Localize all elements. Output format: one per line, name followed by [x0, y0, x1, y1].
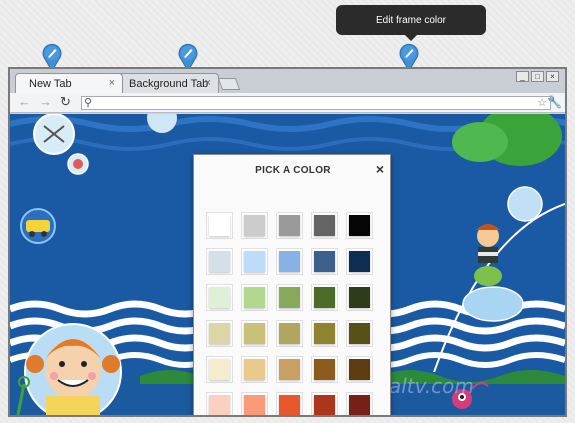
swatch-row [206, 248, 376, 275]
swatch-row [206, 320, 376, 347]
color-swatch[interactable] [241, 248, 268, 275]
color-swatch[interactable] [346, 356, 373, 383]
tab-label: Background Tab [129, 78, 209, 90]
browser-window: Background Tab × New Tab × _ □ × ← → ↻ ⚲… [8, 67, 567, 417]
color-swatch-fill [244, 359, 265, 380]
edit-frame-color-tooltip: Edit frame color [336, 5, 486, 41]
color-picker-dialog: PICK A COLOR × [193, 154, 391, 415]
color-swatch-fill [244, 287, 265, 308]
color-swatch[interactable] [276, 212, 303, 239]
color-swatch[interactable] [311, 320, 338, 347]
color-swatch-fill [279, 215, 300, 236]
color-swatch-fill [209, 215, 230, 236]
dialog-title: PICK A COLOR [255, 165, 331, 176]
color-swatch[interactable] [241, 212, 268, 239]
forward-icon[interactable]: → [39, 94, 52, 109]
color-swatch[interactable] [206, 284, 233, 311]
tab-strip: Background Tab × New Tab × _ □ × [10, 69, 565, 93]
color-swatch-fill [244, 395, 265, 415]
tooltip-text: Edit frame color [375, 14, 447, 26]
color-swatch[interactable] [346, 248, 373, 275]
color-swatch[interactable] [241, 392, 268, 415]
color-swatch-fill [209, 287, 230, 308]
color-swatch[interactable] [346, 284, 373, 311]
swatch-row [206, 212, 376, 239]
search-icon: ⚲ [84, 97, 93, 109]
color-swatch[interactable] [206, 248, 233, 275]
tab-new[interactable]: New Tab × [15, 73, 123, 93]
back-icon[interactable]: ← [18, 94, 31, 109]
color-swatch-fill [209, 251, 230, 272]
tab-label: New Tab [29, 78, 72, 90]
tab-close-icon[interactable]: × [205, 77, 211, 89]
color-swatch[interactable] [241, 356, 268, 383]
color-swatch-fill [209, 323, 230, 344]
color-swatch[interactable] [206, 320, 233, 347]
tab-close-icon[interactable]: × [109, 77, 115, 89]
color-swatch[interactable] [276, 356, 303, 383]
color-swatch-fill [314, 215, 335, 236]
address-bar[interactable]: ⚲ ☆ [81, 96, 551, 110]
color-swatch[interactable] [276, 392, 303, 415]
browser-toolbar: ← → ↻ ⚲ ☆ 🔧 [10, 93, 565, 113]
color-swatch-fill [209, 395, 230, 415]
color-swatch-fill [279, 323, 300, 344]
color-swatch-fill [279, 359, 300, 380]
maximize-button[interactable]: □ [531, 71, 544, 82]
color-swatch-fill [314, 359, 335, 380]
color-swatch[interactable] [206, 356, 233, 383]
color-swatch-grid [206, 212, 376, 415]
color-swatch[interactable] [311, 284, 338, 311]
color-swatch-fill [314, 323, 335, 344]
color-swatch[interactable] [206, 392, 233, 415]
color-swatch-fill [244, 215, 265, 236]
close-icon[interactable]: × [376, 161, 384, 177]
color-swatch[interactable] [346, 392, 373, 415]
color-swatch[interactable] [276, 284, 303, 311]
new-tab-button[interactable] [217, 78, 241, 90]
color-swatch[interactable] [346, 212, 373, 239]
color-swatch[interactable] [276, 248, 303, 275]
color-swatch-fill [349, 359, 370, 380]
wrench-icon[interactable]: 🔧 [547, 95, 562, 109]
close-window-button[interactable]: × [546, 71, 559, 82]
color-swatch[interactable] [241, 320, 268, 347]
swatch-row [206, 392, 376, 415]
color-swatch-fill [209, 359, 230, 380]
star-icon[interactable]: ☆ [537, 96, 547, 109]
color-swatch[interactable] [311, 212, 338, 239]
color-swatch[interactable] [206, 212, 233, 239]
color-swatch-fill [349, 215, 370, 236]
color-swatch[interactable] [311, 356, 338, 383]
color-swatch-fill [279, 251, 300, 272]
color-swatch[interactable] [311, 248, 338, 275]
color-swatch-fill [279, 395, 300, 415]
reload-icon[interactable]: ↻ [60, 94, 71, 110]
color-swatch-fill [244, 323, 265, 344]
color-swatch-fill [279, 287, 300, 308]
swatch-row [206, 356, 376, 383]
color-swatch-fill [314, 287, 335, 308]
tab-background[interactable]: Background Tab × [115, 73, 219, 93]
color-swatch[interactable] [346, 320, 373, 347]
color-swatch-fill [244, 251, 265, 272]
color-swatch[interactable] [241, 284, 268, 311]
color-swatch-fill [314, 395, 335, 415]
color-swatch[interactable] [276, 320, 303, 347]
window-controls: _ □ × [516, 71, 559, 82]
color-swatch-fill [349, 395, 370, 415]
swatch-row [206, 284, 376, 311]
color-swatch-fill [349, 251, 370, 272]
color-swatch[interactable] [311, 392, 338, 415]
color-swatch-fill [314, 251, 335, 272]
color-swatch-fill [349, 323, 370, 344]
color-swatch-fill [349, 287, 370, 308]
page-background: nirmaltv.com PICK A COLOR × [10, 114, 565, 415]
minimize-button[interactable]: _ [516, 71, 529, 82]
